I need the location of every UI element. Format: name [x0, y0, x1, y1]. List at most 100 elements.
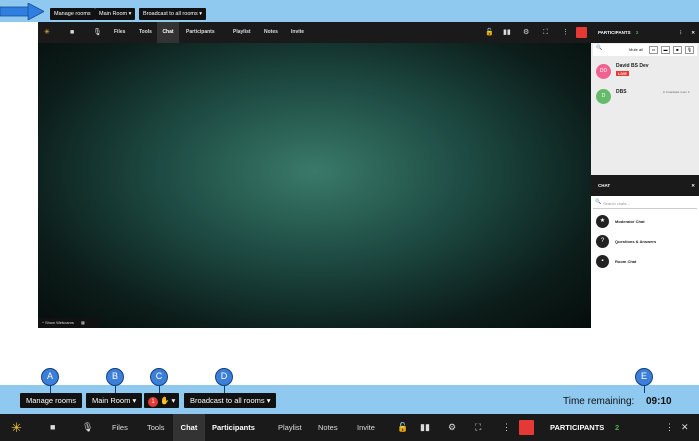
chevron-down-icon: ▾	[128, 11, 132, 17]
logo-icon: ✳	[44, 29, 50, 36]
manage-rooms-button[interactable]: Manage rooms	[50, 8, 95, 20]
microphone-icon[interactable]: 🎙	[93, 22, 102, 43]
chat-search[interactable]: 🔍 Search chats...	[593, 198, 697, 209]
stats-icon[interactable]: ▮▮	[420, 414, 430, 441]
question-icon: ?	[596, 235, 609, 248]
nav-tools[interactable]: Tools	[147, 414, 165, 441]
broadcast-label: Broadcast to all rooms	[143, 11, 198, 17]
broadcast-dropdown[interactable]: Broadcast to all rooms ▾	[139, 8, 207, 20]
raised-hands-dropdown[interactable]: 1 ✋ ▾	[144, 393, 180, 408]
lock-icon[interactable]: 🔓	[397, 414, 408, 441]
stats-icon[interactable]: ▮▮	[503, 22, 511, 43]
main-room-label: Main Room	[92, 396, 131, 405]
nav-chat[interactable]: Chat	[157, 22, 179, 43]
leave-button[interactable]	[576, 27, 587, 38]
callout-pointer	[644, 386, 645, 393]
lock-icon[interactable]: 🔓	[485, 22, 494, 43]
callout-b: B	[106, 368, 124, 386]
participants-header: PARTICIPANTS 2 ⋮ ✕	[591, 22, 699, 43]
mic-icon[interactable]: 🎙	[685, 46, 694, 54]
search-icon[interactable]: 🔍	[596, 45, 602, 51]
star-icon: ★	[596, 215, 609, 228]
chat-search-input[interactable]: Search chats...	[603, 201, 630, 206]
nav-playlist[interactable]: Playlist	[233, 22, 251, 43]
video-icon[interactable]: ■	[673, 46, 682, 54]
live-badge: LIVE	[616, 71, 629, 76]
chat-item-moderator[interactable]: ★ Moderator Chat	[593, 214, 697, 230]
chevron-down-icon: ▾	[132, 396, 137, 405]
participant-name: David BS Dev	[616, 63, 649, 69]
chat-title: CHAT	[598, 183, 611, 188]
callout-e: E	[635, 368, 653, 386]
participants-toolbar: 🔍 Mute all ▭ ▬ ■ 🎙	[593, 44, 697, 56]
hand-icon: ✋	[160, 396, 170, 405]
participants-count: 2	[615, 423, 620, 432]
participant-name: DBS	[616, 89, 627, 95]
main-room-dropdown[interactable]: Main Room ▾	[86, 393, 143, 408]
close-icon[interactable]: ✕	[691, 22, 695, 43]
nav-chat[interactable]: Chat	[173, 414, 205, 441]
chat-icon[interactable]: ▬	[661, 46, 670, 54]
nav-notes[interactable]: Notes	[318, 414, 338, 441]
participants-title: PARTICIPANTS	[550, 423, 605, 432]
callout-pointer	[115, 386, 116, 393]
camera-icon[interactable]: ■	[70, 22, 74, 43]
callout-pointer	[159, 386, 160, 393]
mute-all-button[interactable]: Mute all	[629, 47, 643, 52]
nav-invite[interactable]: Invite	[357, 414, 375, 441]
nav-files[interactable]: Files	[112, 414, 128, 441]
chat-item-qa[interactable]: ? Questions & Answers	[593, 234, 697, 250]
main-navbar: ✳ ■ 🎙 Files Tools Chat Participants Play…	[38, 22, 591, 43]
gear-icon[interactable]: ⚙	[448, 414, 456, 441]
avatar: DD	[596, 64, 611, 79]
gear-icon[interactable]: ⚙	[523, 22, 529, 43]
callout-pointer	[224, 386, 225, 393]
nav-files[interactable]: Files	[114, 22, 125, 43]
callout-pointer	[50, 386, 51, 393]
nav-tools[interactable]: Tools	[139, 22, 152, 43]
screen-icon[interactable]: ▭	[649, 46, 658, 54]
more-icon[interactable]: ⋮	[562, 22, 569, 43]
nav-invite[interactable]: Invite	[291, 22, 304, 43]
chat-item-label: Moderator Chat	[615, 219, 645, 224]
more-icon[interactable]: ⋮	[679, 22, 684, 43]
camera-icon[interactable]: ■	[50, 414, 55, 441]
leave-button[interactable]	[519, 420, 534, 435]
participants-count: 2	[635, 30, 639, 35]
grid-icon: ▦	[80, 320, 85, 325]
participants-title: PARTICIPANTS	[598, 30, 631, 35]
chat-header: CHAT ✕	[591, 175, 699, 196]
broadcast-label: Broadcast to all rooms	[190, 396, 265, 405]
show-webcams-label: ^ Show Webcams	[42, 320, 74, 325]
nav-participants[interactable]: Participants	[212, 414, 255, 441]
participant-row[interactable]: DD David BS Dev LIVE	[593, 60, 697, 84]
close-icon[interactable]: ✕	[681, 414, 689, 441]
chat-item-room[interactable]: ▪ Room Chat	[593, 254, 697, 270]
callout-a: A	[41, 368, 59, 386]
avatar: D	[596, 89, 611, 104]
chevron-down-icon: ▾	[199, 11, 203, 17]
broadcast-dropdown[interactable]: Broadcast to all rooms ▾	[184, 393, 277, 408]
nav-playlist[interactable]: Playlist	[278, 414, 302, 441]
nav-participants[interactable]: Participants	[186, 22, 215, 43]
search-icon: 🔍	[595, 199, 602, 205]
show-webcams-button[interactable]: ^ Show Webcams ▦	[38, 318, 100, 328]
nav-notes[interactable]: Notes	[264, 22, 278, 43]
callout-c: C	[150, 368, 168, 386]
chat-item-label: Questions & Answers	[615, 239, 657, 244]
more-icon[interactable]: ⋮	[665, 414, 674, 441]
participant-row[interactable]: D DBS in broadcast room 2	[593, 86, 697, 108]
fullscreen-icon[interactable]: ⛶	[475, 414, 481, 441]
main-room-label: Main Room	[99, 11, 128, 17]
time-remaining-value: 09:10	[646, 396, 672, 407]
more-icon[interactable]: ⋮	[502, 414, 511, 441]
microphone-icon[interactable]: 🎙	[82, 414, 93, 441]
fullscreen-icon[interactable]: ⛶	[543, 22, 548, 43]
main-room-dropdown[interactable]: Main Room ▾	[95, 8, 136, 20]
close-icon[interactable]: ✕	[691, 175, 695, 196]
chat-bubble-icon: ▪	[596, 255, 609, 268]
participant-status: in broadcast room 2	[663, 90, 690, 94]
manage-rooms-button[interactable]: Manage rooms	[20, 393, 83, 408]
chevron-down-icon: ▾	[171, 396, 176, 405]
callout-d: D	[215, 368, 233, 386]
